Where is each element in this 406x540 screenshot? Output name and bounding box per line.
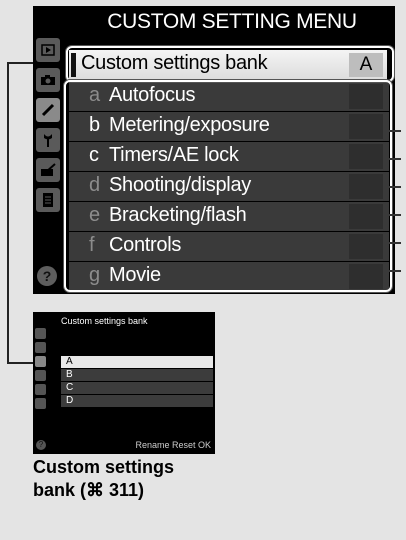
connector-line	[7, 362, 35, 364]
retouch-icon[interactable]	[36, 158, 60, 182]
bank-option-d[interactable]: D	[61, 395, 213, 407]
caption: Custom settings bank (⌘ 311)	[33, 456, 233, 502]
bank-submenu-screen: Custom settings bank A B C D ? Rename Re…	[33, 312, 215, 454]
caption-line-2: bank (⌘ 311)	[33, 480, 145, 500]
callout-tick	[389, 158, 401, 160]
list-highlight-frame	[64, 80, 392, 292]
wrench-icon[interactable]	[35, 370, 46, 381]
camera-icon[interactable]	[36, 68, 60, 92]
bank-option-c[interactable]: C	[61, 382, 213, 394]
callout-tick	[389, 186, 401, 188]
callout-tick	[389, 242, 401, 244]
wrench-icon[interactable]	[36, 128, 60, 152]
submenu-side-tabs	[33, 326, 49, 454]
menu-side-tabs: ?	[33, 36, 63, 294]
connector-line	[7, 62, 9, 364]
my-menu-icon[interactable]	[35, 398, 46, 409]
pencil-icon[interactable]	[35, 356, 46, 367]
caption-line-1: Custom settings	[33, 457, 175, 477]
bank-option-a[interactable]: A	[61, 356, 213, 368]
playback-icon[interactable]	[35, 328, 46, 339]
pencil-icon[interactable]	[36, 98, 60, 122]
callout-tick	[389, 214, 401, 216]
bank-highlight-frame	[66, 46, 394, 82]
help-icon[interactable]: ?	[36, 440, 46, 450]
retouch-icon[interactable]	[35, 384, 46, 395]
menu-title: CUSTOM SETTING MENU	[107, 10, 357, 33]
camera-icon[interactable]	[35, 342, 46, 353]
bank-option-b[interactable]: B	[61, 369, 213, 381]
callout-tick	[389, 130, 401, 132]
my-menu-icon[interactable]	[36, 188, 60, 212]
playback-icon[interactable]	[36, 38, 60, 62]
submenu-title: Custom settings bank	[61, 316, 148, 326]
help-icon[interactable]: ?	[37, 266, 57, 286]
callout-tick	[389, 270, 401, 272]
submenu-footer: Rename Reset OK	[135, 440, 211, 450]
